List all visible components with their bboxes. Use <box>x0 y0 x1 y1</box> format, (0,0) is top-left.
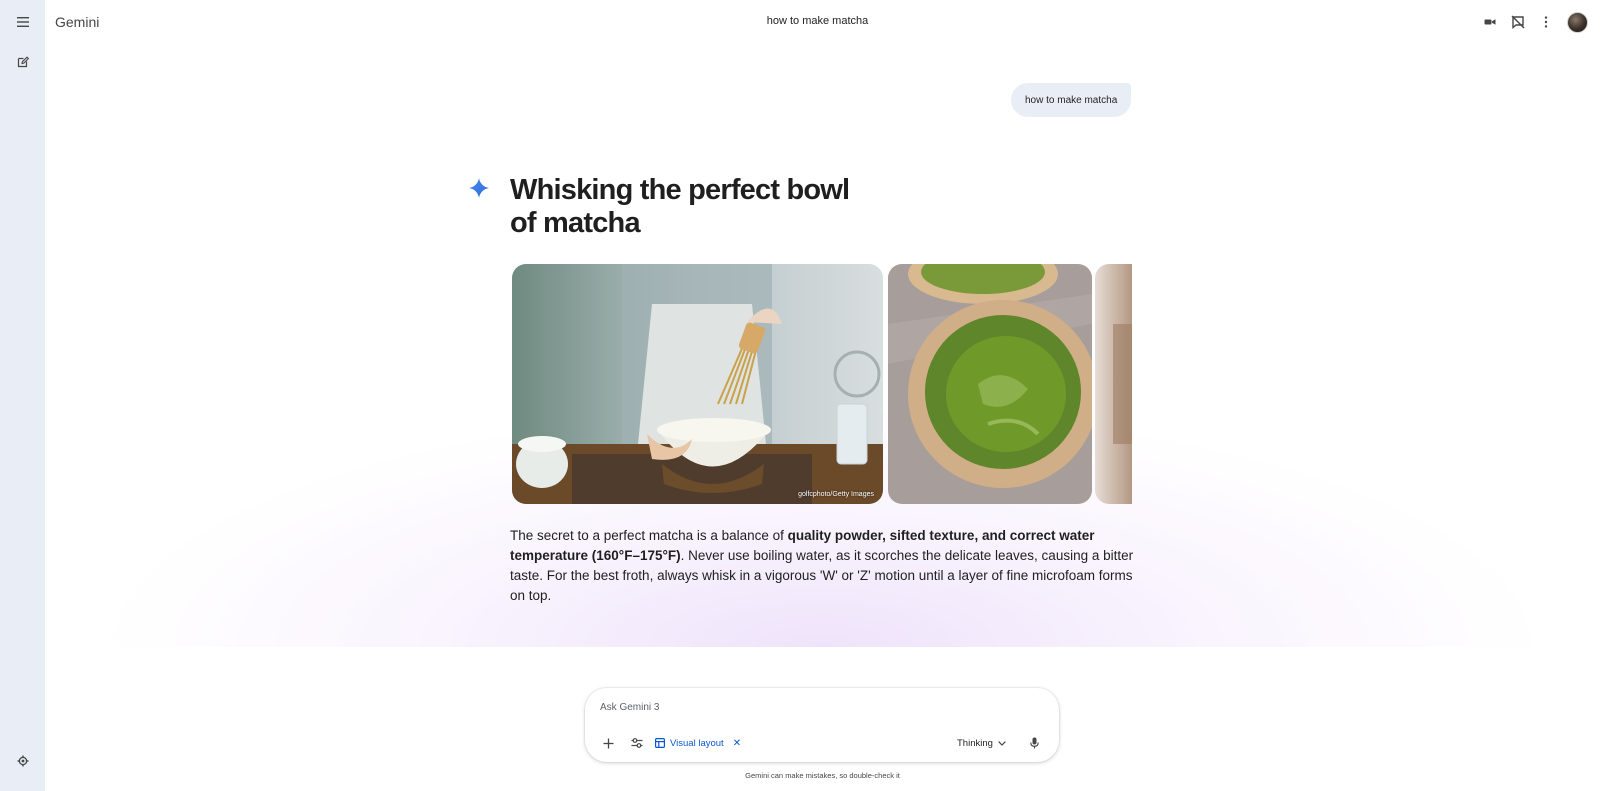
settings-icon <box>17 755 28 767</box>
menu-button[interactable] <box>8 7 38 37</box>
answer-intro: The secret to a perfect matcha is a bala… <box>510 528 788 543</box>
prompt-input[interactable] <box>600 702 1040 713</box>
more-vert-icon <box>1544 16 1548 28</box>
remove-chip-icon[interactable]: ✕ <box>733 738 741 749</box>
menu-icon <box>16 17 29 27</box>
temporary-chat-button[interactable] <box>1507 11 1529 33</box>
new-chat-icon <box>17 56 29 68</box>
microphone-button[interactable] <box>1023 732 1045 754</box>
tools-button[interactable] <box>626 732 648 754</box>
answer-text: The secret to a perfect matcha is a bala… <box>510 526 1135 606</box>
visual-layout-chip[interactable]: Visual layout ✕ <box>655 732 741 754</box>
top-actions <box>1479 11 1588 33</box>
main-panel: Gemini how to make matcha how to make ma… <box>45 0 1600 791</box>
chevron-down-icon <box>998 740 1006 746</box>
video-button[interactable] <box>1479 11 1501 33</box>
chat-title: how to make matcha <box>766 15 869 27</box>
new-chat-button[interactable] <box>8 47 38 77</box>
user-message-bubble: how to make matcha <box>1011 83 1132 117</box>
prompt-composer: Visual layout ✕ Thinking <box>585 688 1059 762</box>
matcha-whisking-image[interactable]: golfcphoto/Getty Images <box>512 264 883 504</box>
plus-icon <box>603 738 613 748</box>
visual-layout-label: Visual layout <box>670 737 724 749</box>
model-mode-selector[interactable]: Thinking <box>957 732 1006 754</box>
matcha-bowl-image[interactable] <box>888 264 1092 504</box>
chat-off-icon <box>1511 15 1525 29</box>
tune-icon <box>631 738 643 748</box>
more-options-button[interactable] <box>1535 11 1557 33</box>
gemini-sparkle-icon <box>469 178 489 198</box>
disclaimer-text: Gemini can make mistakes, so double-chec… <box>745 771 900 780</box>
mode-label: Thinking <box>957 737 993 749</box>
video-camera-icon <box>1484 19 1496 25</box>
settings-button[interactable] <box>8 746 38 776</box>
image-credit: golfcphoto/Getty Images <box>798 491 874 498</box>
user-avatar[interactable] <box>1567 11 1588 33</box>
add-attachment-button[interactable] <box>597 732 619 754</box>
layout-icon <box>655 738 665 748</box>
response-title: Whisking the perfect bowl of matcha <box>510 174 850 239</box>
sidebar <box>0 0 45 791</box>
microphone-icon <box>1029 737 1039 749</box>
partial-image[interactable] <box>1095 264 1132 504</box>
